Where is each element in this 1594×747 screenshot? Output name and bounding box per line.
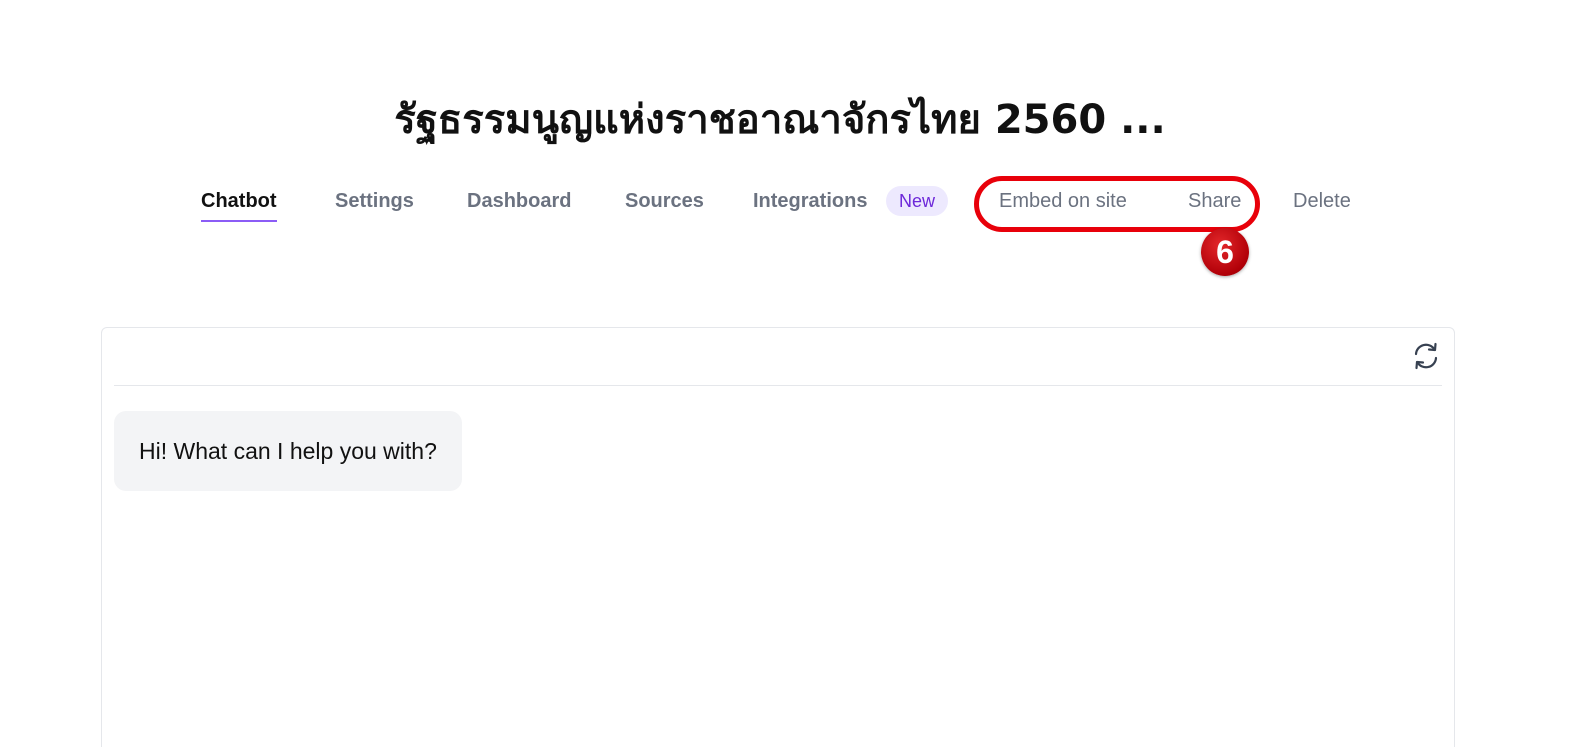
new-badge: New [886, 186, 949, 216]
refresh-icon [1414, 342, 1438, 370]
refresh-button[interactable] [1410, 340, 1442, 372]
tab-dashboard[interactable]: Dashboard [467, 182, 571, 220]
tab-integrations[interactable]: Integrations [753, 182, 867, 220]
tab-sources[interactable]: Sources [625, 182, 704, 220]
tab-settings[interactable]: Settings [335, 182, 414, 220]
chat-header [114, 328, 1442, 386]
tab-delete[interactable]: Delete [1293, 182, 1351, 220]
tab-embed-on-site[interactable]: Embed on site [999, 182, 1127, 220]
bot-message-bubble: Hi! What can I help you with? [114, 411, 462, 491]
page: รัฐธรรมนูญแห่งราชอาณาจักรไทย 2560 ... Ch… [0, 0, 1594, 747]
chat-panel: Hi! What can I help you with? [101, 327, 1455, 747]
page-title: รัฐธรรมนูญแห่งราชอาณาจักรไทย 2560 ... [394, 97, 1166, 143]
tab-chatbot[interactable]: Chatbot [201, 182, 277, 222]
tab-bar: Chatbot Settings Dashboard Sources Integ… [0, 182, 1594, 224]
step-number-marker: 6 [1201, 228, 1249, 276]
tab-share[interactable]: Share [1188, 182, 1241, 220]
